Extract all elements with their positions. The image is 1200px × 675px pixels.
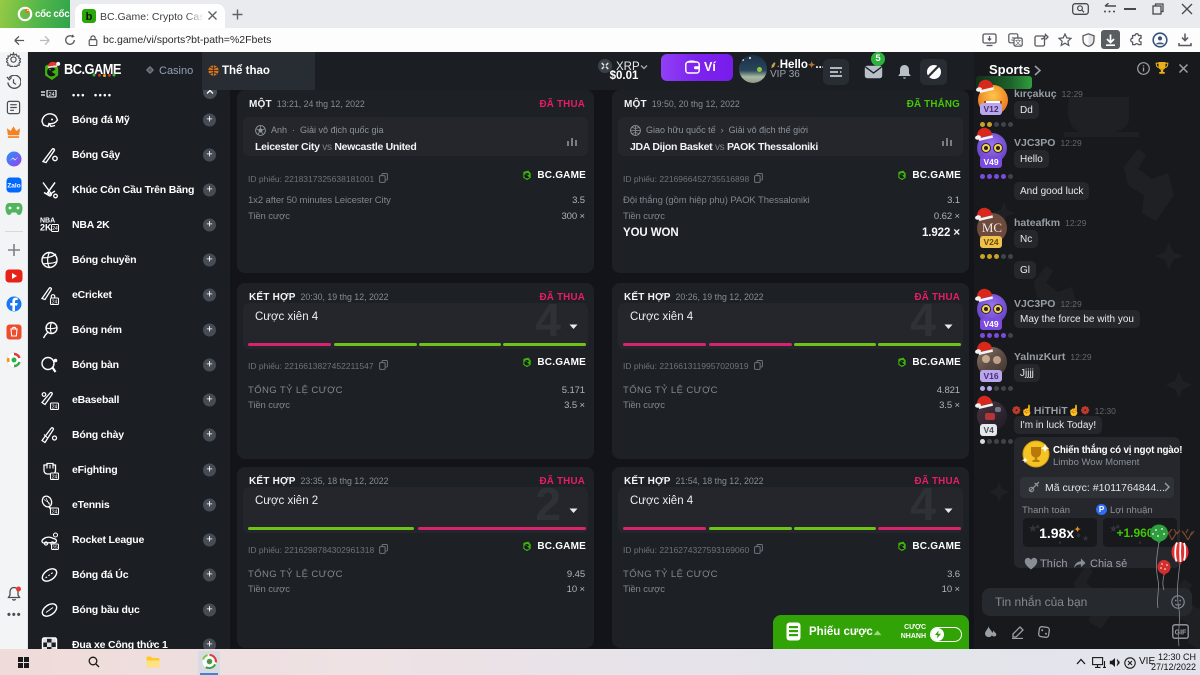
svg-text:24: 24	[48, 92, 54, 98]
svg-text:3S: 3S	[52, 545, 58, 550]
svg-text:文: 文	[1015, 38, 1022, 47]
svg-text:2K: 2K	[40, 223, 52, 233]
svg-text:Zalo: Zalo	[7, 183, 20, 190]
svg-text:24: 24	[52, 474, 58, 480]
svg-text:24: 24	[52, 509, 58, 515]
svg-text:b: b	[86, 11, 93, 23]
svg-text:24: 24	[52, 226, 58, 232]
svg-text:24: 24	[52, 299, 58, 305]
svg-text:24: 24	[52, 404, 58, 410]
